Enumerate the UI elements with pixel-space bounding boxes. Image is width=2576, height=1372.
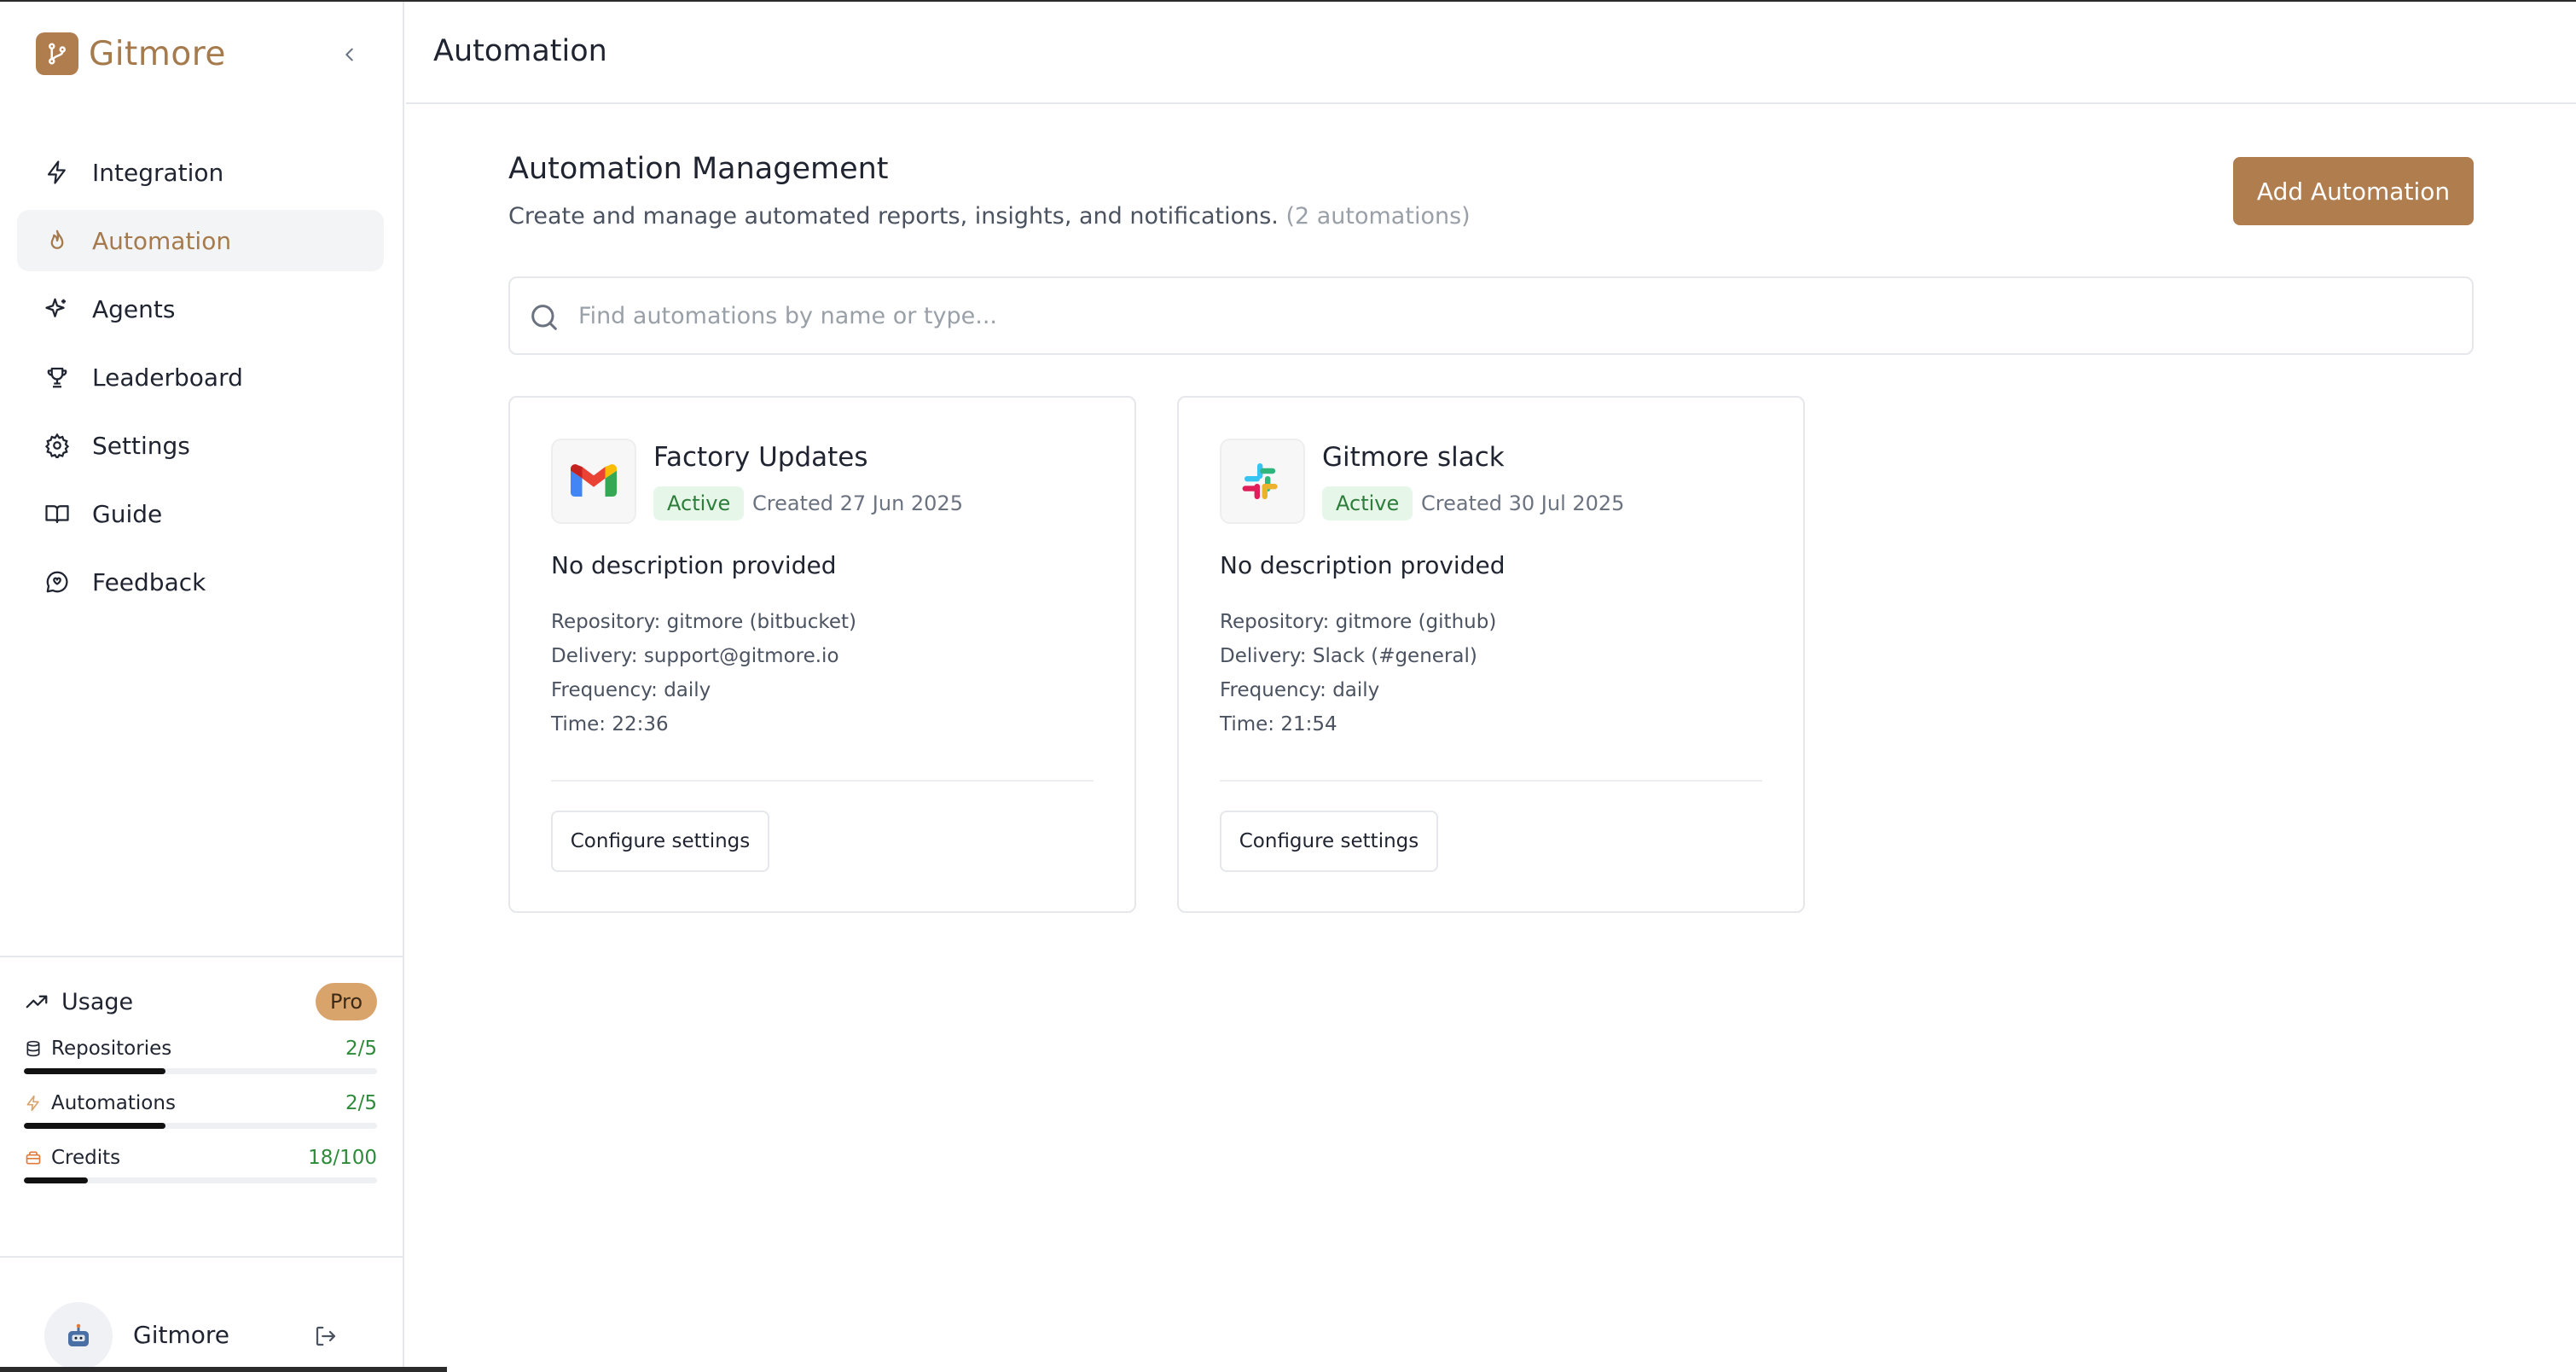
configure-settings-button[interactable]: Configure settings [551, 811, 769, 872]
lightning-icon [24, 1094, 43, 1113]
usage-label: Credits [51, 1147, 121, 1169]
coins-icon [24, 1148, 43, 1167]
page-header: Automation [406, 2, 2576, 104]
usage-progress-bar [24, 1068, 377, 1074]
database-icon [24, 1039, 43, 1058]
card-title: Factory Updates [653, 442, 868, 473]
automation-count: (2 automations) [1285, 203, 1471, 230]
collapse-sidebar-button[interactable] [334, 39, 365, 70]
usage-row-repositories: Repositories 2/5 [24, 1038, 377, 1082]
usage-value: 2/5 [345, 1038, 377, 1060]
status-badge: Active [1322, 486, 1413, 520]
card-frequency: Frequency: daily [551, 679, 711, 701]
search-input[interactable] [578, 278, 2455, 353]
status-badge: Active [653, 486, 745, 520]
usage-label-wrap: Repositories [24, 1038, 171, 1060]
usage-label-wrap: Automations [24, 1092, 176, 1114]
subtitle-text: Create and manage automated reports, ins… [508, 203, 1279, 230]
sparkles-icon [43, 294, 72, 323]
search-bar [508, 276, 2474, 355]
sidebar: Gitmore Integration Automation Agents Le… [0, 2, 404, 1372]
user-profile: Gitmore [0, 1256, 403, 1372]
card-divider [1220, 780, 1762, 782]
sidebar-item-label: Automation [92, 226, 232, 255]
usage-label: Automations [51, 1092, 176, 1114]
sidebar-item-feedback[interactable]: Feedback [17, 551, 384, 613]
usage-progress-bar [24, 1177, 377, 1183]
flame-icon [43, 226, 72, 255]
app-logo[interactable]: Gitmore [36, 32, 226, 75]
automation-card: Gitmore slack Active Created 30 Jul 2025… [1177, 396, 1805, 913]
automation-card: Factory Updates Active Created 27 Jun 20… [508, 396, 1136, 913]
chat-icon [43, 567, 72, 596]
sidebar-item-label: Agents [92, 294, 176, 323]
usage-row-credits: Credits 18/100 [24, 1147, 377, 1191]
chevron-left-icon [345, 48, 353, 61]
section-title: Automation Management [508, 152, 889, 186]
card-delivery: Delivery: Slack (#general) [1220, 645, 1477, 667]
sidebar-item-label: Guide [92, 499, 163, 528]
sidebar-item-leaderboard[interactable]: Leaderboard [17, 346, 384, 408]
configure-settings-button[interactable]: Configure settings [1220, 811, 1438, 872]
usage-panel: Usage Pro Repositories 2/5 Automations 2… [0, 956, 403, 1258]
usage-title: Usage [61, 988, 134, 1015]
logout-icon [316, 1326, 336, 1346]
card-frequency: Frequency: daily [1220, 679, 1380, 701]
sidebar-item-label: Settings [92, 431, 190, 460]
sidebar-item-agents[interactable]: Agents [17, 278, 384, 340]
plan-badge: Pro [316, 983, 377, 1020]
usage-progress-fill [24, 1123, 165, 1129]
slack-icon [1220, 439, 1305, 524]
card-time: Time: 21:54 [1220, 713, 1337, 735]
card-divider [551, 780, 1094, 782]
created-date: Created 30 Jul 2025 [1421, 491, 1625, 515]
card-repository: Repository: gitmore (bitbucket) [551, 611, 857, 633]
gmail-icon [551, 439, 636, 524]
sidebar-nav: Integration Automation Agents Leaderboar… [17, 142, 384, 619]
card-repository: Repository: gitmore (github) [1220, 611, 1497, 633]
usage-label-wrap: Credits [24, 1147, 120, 1169]
usage-row-automations: Automations 2/5 [24, 1092, 377, 1137]
usage-progress-fill [24, 1177, 88, 1183]
sidebar-item-guide[interactable]: Guide [17, 483, 384, 544]
usage-progress-fill [24, 1068, 165, 1074]
sidebar-item-integration[interactable]: Integration [17, 142, 384, 203]
user-name: Gitmore [133, 1321, 229, 1349]
sidebar-item-settings[interactable]: Settings [17, 415, 384, 476]
card-time: Time: 22:36 [551, 713, 669, 735]
card-title: Gitmore slack [1322, 442, 1505, 473]
git-branch-icon [36, 32, 78, 75]
avatar[interactable] [44, 1302, 113, 1370]
add-automation-button[interactable]: Add Automation [2233, 157, 2474, 225]
usage-progress-bar [24, 1123, 377, 1129]
page-title: Automation [433, 34, 607, 68]
search-icon [531, 305, 557, 330]
created-date: Created 27 Jun 2025 [752, 491, 963, 515]
trophy-icon [43, 363, 72, 392]
sidebar-item-label: Feedback [92, 567, 206, 596]
gear-icon [43, 431, 72, 460]
usage-label: Repositories [51, 1038, 172, 1060]
card-description: No description provided [1220, 551, 1506, 579]
section-subtitle: Create and manage automated reports, ins… [508, 203, 1471, 230]
usage-value: 18/100 [308, 1147, 377, 1169]
logout-button[interactable] [310, 1321, 341, 1352]
card-description: No description provided [551, 551, 837, 579]
robot-icon [68, 1323, 89, 1346]
sidebar-item-label: Integration [92, 158, 224, 187]
sidebar-item-label: Leaderboard [92, 363, 243, 392]
horizontal-scrollbar[interactable] [0, 1367, 447, 1372]
book-icon [43, 499, 72, 528]
card-delivery: Delivery: support@gitmore.io [551, 645, 839, 667]
usage-header: Usage Pro [24, 983, 377, 1020]
trending-up-icon [26, 995, 48, 1009]
sidebar-item-automation[interactable]: Automation [17, 210, 384, 271]
lightning-icon [43, 158, 72, 187]
app-name: Gitmore [89, 34, 226, 73]
usage-value: 2/5 [345, 1092, 377, 1114]
